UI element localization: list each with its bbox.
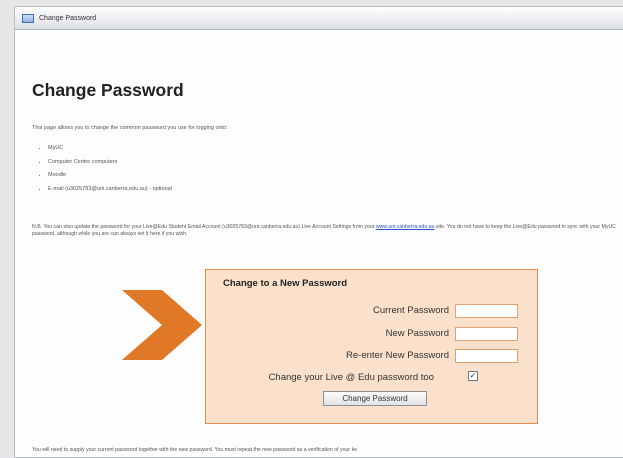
list-item: Moodle [48, 171, 172, 185]
live-edu-label: Change your Live @ Edu password too [268, 372, 434, 383]
footer-text: You will need to supply your current pas… [32, 447, 358, 453]
change-password-panel: Change to a New Password Current Passwor… [205, 269, 538, 424]
list-item: MyUC [48, 144, 172, 158]
new-password-input[interactable] [455, 327, 518, 341]
note-text-your: your [364, 224, 375, 230]
reenter-password-input[interactable] [455, 349, 518, 363]
intro-text: This page allows you to change the commo… [32, 125, 228, 131]
note-text-1: N.B. You can also update the password fo… [32, 224, 363, 230]
window-titlebar: Change Password [15, 7, 623, 30]
current-password-input[interactable] [455, 304, 518, 318]
current-password-label: Current Password [372, 305, 449, 316]
new-password-label: New Password [385, 328, 449, 339]
list-item: Computer Centre computers [48, 158, 172, 172]
list-item: E-mail (u3025783@uni.canberra.edu.au) - … [48, 185, 172, 199]
uni-canberra-link[interactable]: www.uni.canberra.edu.au [376, 224, 435, 230]
window-title: Change Password [39, 14, 97, 22]
change-password-button[interactable]: Change Password [323, 391, 427, 406]
note-paragraph: N.B. You can also update the password fo… [32, 224, 623, 238]
login-targets-list: MyUC Computer Centre computers Moodle E-… [32, 144, 172, 198]
window-icon [22, 13, 34, 23]
panel-title: Change to a New Password [223, 278, 348, 289]
live-edu-checkbox[interactable]: ✓ [468, 371, 478, 381]
reenter-password-label: Re-enter New Password [346, 350, 449, 361]
page-title: Change Password [32, 80, 184, 100]
checkmark-icon: ✓ [469, 371, 477, 380]
note-text-3: can always set it here if you wish. [110, 231, 188, 238]
